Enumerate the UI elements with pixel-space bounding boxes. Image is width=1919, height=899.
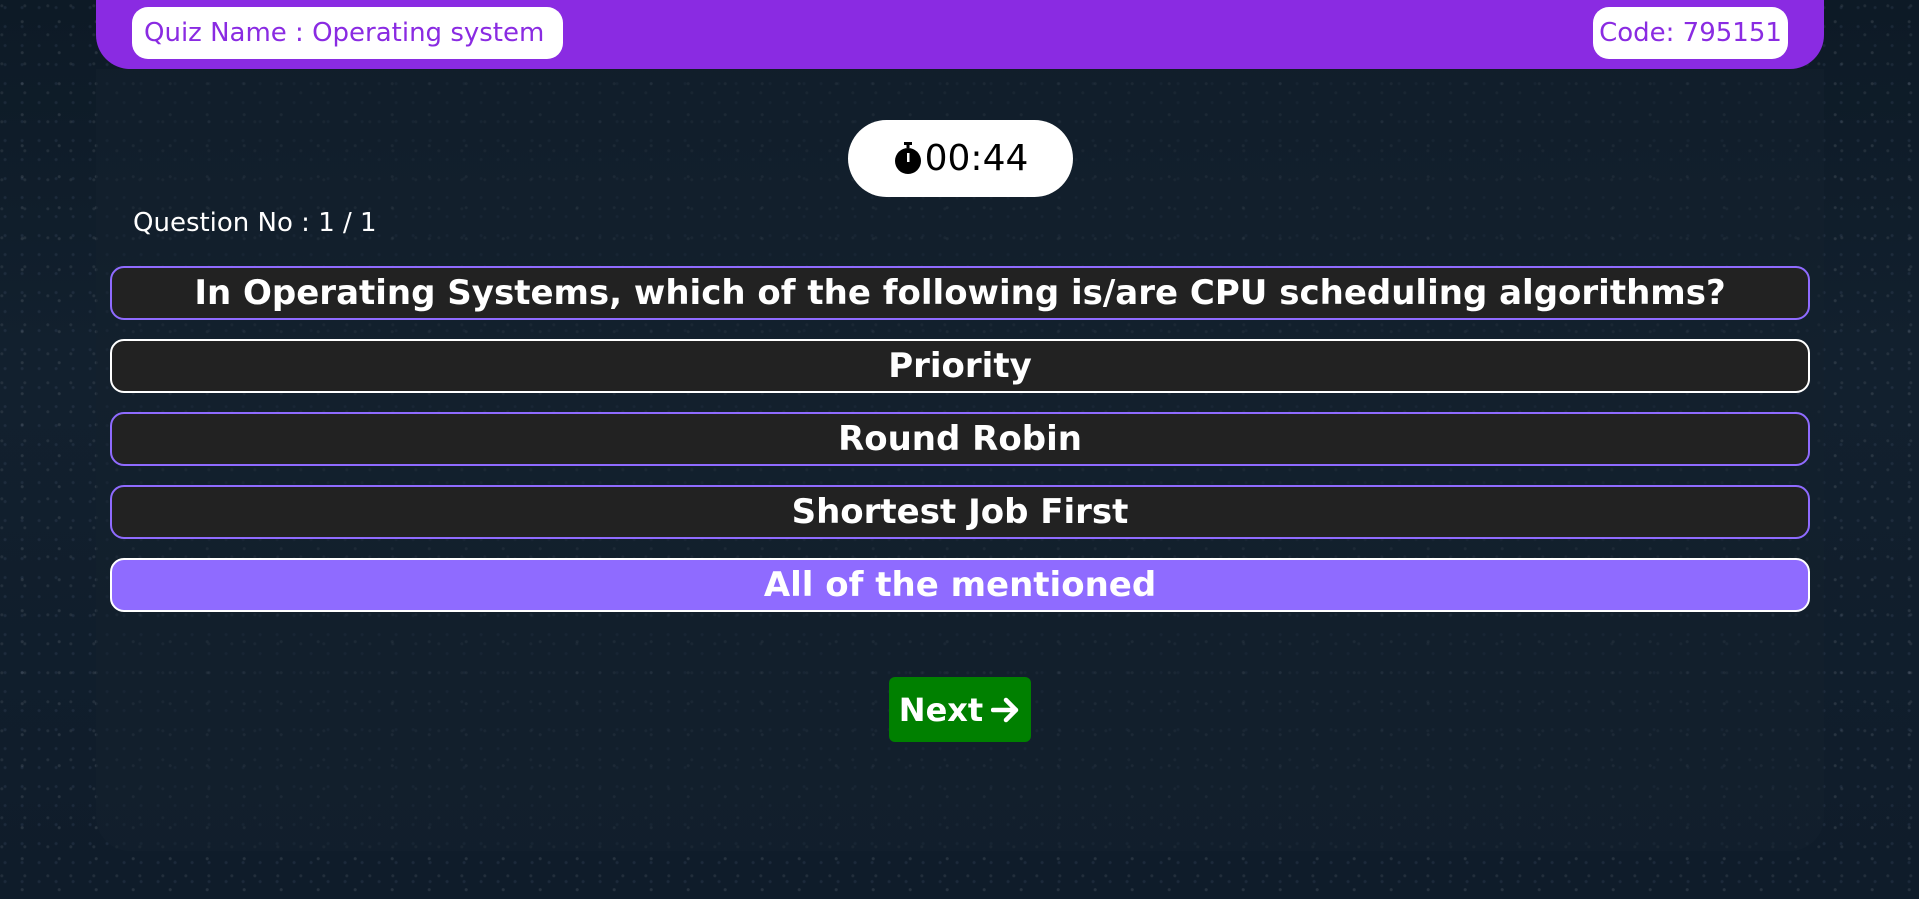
timer: 00:44 [848, 120, 1073, 197]
next-button[interactable]: Next [889, 677, 1031, 742]
option-shortest-job-first[interactable]: Shortest Job First [110, 485, 1810, 539]
quiz-code-badge: Code: 795151 [1593, 7, 1788, 59]
stopwatch-icon [894, 141, 921, 174]
question-text: In Operating Systems, which of the follo… [110, 266, 1810, 320]
option-all-of-the-mentioned[interactable]: All of the mentioned [110, 558, 1810, 612]
quiz-frame: Quiz Name : Operating system Code: 79515… [96, 0, 1824, 851]
quiz-panel: 00:44 Question No : 1 / 1 In Operating S… [96, 69, 1824, 851]
question-number: Question No : 1 / 1 [133, 208, 377, 238]
quiz-header: Quiz Name : Operating system Code: 79515… [96, 0, 1824, 69]
next-button-label: Next [898, 690, 984, 729]
option-round-robin[interactable]: Round Robin [110, 412, 1810, 466]
quiz-name-badge: Quiz Name : Operating system [132, 7, 563, 59]
timer-value: 00:44 [924, 138, 1029, 179]
arrow-right-icon [991, 697, 1019, 722]
option-priority[interactable]: Priority [110, 339, 1810, 393]
